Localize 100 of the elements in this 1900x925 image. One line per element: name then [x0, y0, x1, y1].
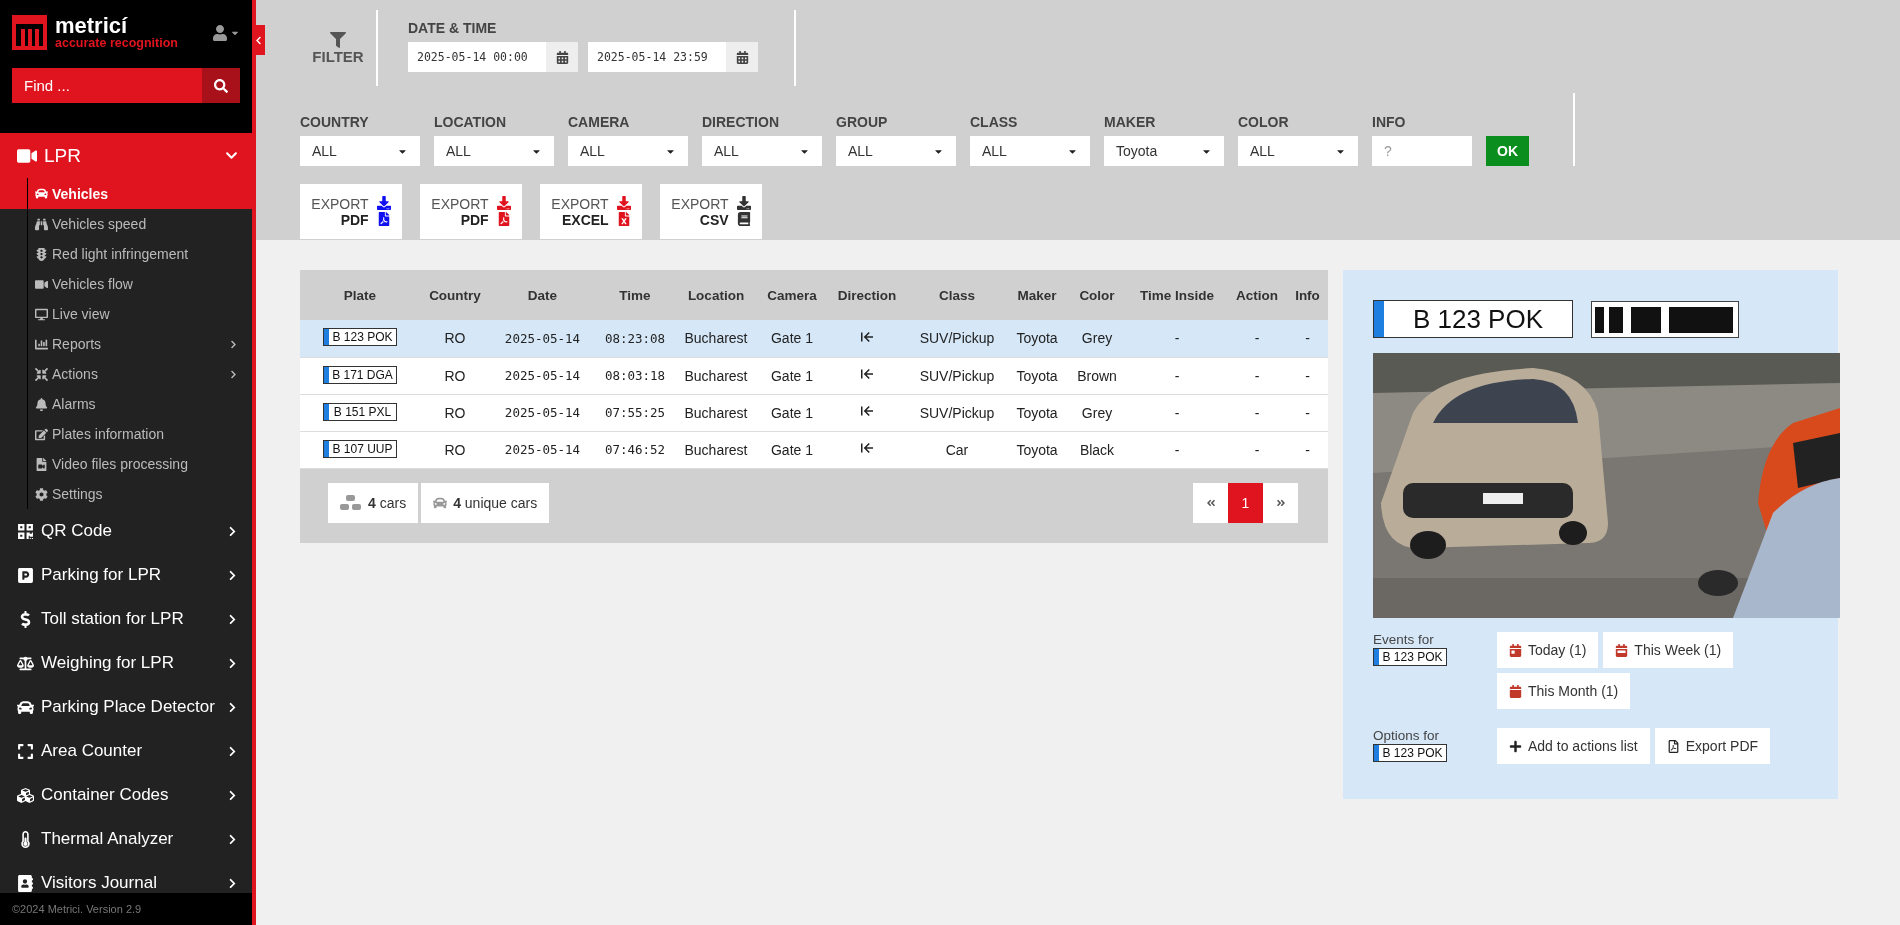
submenu-item[interactable]: Vehicles flow: [0, 269, 252, 299]
book-icon: [736, 211, 751, 226]
ok-button[interactable]: OK: [1486, 136, 1529, 166]
column-header: Action: [1227, 270, 1287, 320]
license-plate: B 171 DGA: [323, 365, 397, 384]
select-field[interactable]: ALL: [300, 136, 420, 166]
book-icon: [17, 874, 34, 892]
table-cell: Bucharest: [684, 441, 748, 458]
table-cell: RO: [444, 330, 466, 347]
chevron-right-icon: [227, 525, 238, 537]
submenu-item[interactable]: Actions: [0, 359, 252, 389]
table-cell: 2025-05-14: [504, 442, 581, 457]
calendar-button[interactable]: [546, 42, 578, 72]
user-menu-button[interactable]: [212, 24, 240, 41]
submenu-item[interactable]: Settings: [0, 479, 252, 509]
export-button[interactable]: EXPORT PDF: [420, 184, 522, 239]
table-row[interactable]: B 151 PXL RO 2025-05-14 07:55:25 Bucharest Gate 1 SUV/Pickup Toyota Grey - - -: [300, 394, 1328, 431]
search-button[interactable]: [202, 68, 240, 103]
select-field[interactable]: ALL: [568, 136, 688, 166]
select-field[interactable]: ALL: [1238, 136, 1358, 166]
date-field[interactable]: 2025-05-14 00:00: [408, 42, 546, 72]
submenu-item[interactable]: Video files processing: [0, 449, 252, 479]
submenu-item[interactable]: Vehicles speed: [0, 209, 252, 239]
search-field[interactable]: Find ...: [12, 68, 202, 103]
menu-item[interactable]: Visitors Journal: [0, 861, 252, 893]
chevron-right-icon: [227, 701, 238, 713]
chevron-right-icon: [227, 569, 238, 581]
date-field[interactable]: 2025-05-14 23:59: [588, 42, 726, 72]
settings-icon: [35, 487, 48, 501]
pdf-file-icon: [496, 211, 511, 226]
table-cell: SUV/Pickup: [919, 404, 995, 421]
table-cell: Brown: [1077, 367, 1117, 384]
menu-item[interactable]: Parking Place Detector: [0, 685, 252, 729]
select-field[interactable]: ALL: [970, 136, 1090, 166]
menu-item[interactable]: LPR: [0, 133, 252, 178]
table-cell: 07:46:52: [604, 442, 666, 457]
menu-item[interactable]: Thermal Analyzer: [0, 817, 252, 861]
column-header: Info: [1287, 270, 1328, 320]
qr-code-icon: [17, 522, 34, 540]
table-row[interactable]: B 171 DGA RO 2025-05-14 08:03:18 Bucharest Gate 1 SUV/Pickup Toyota Brown - - -: [300, 357, 1328, 394]
user-icon: [212, 24, 228, 41]
chevron-right-icon: [229, 339, 238, 349]
column-header: Camera: [757, 270, 827, 320]
license-plate: B 123 POK: [1373, 648, 1447, 666]
car-icon: [17, 698, 34, 716]
export-button[interactable]: EXPORT CSV: [660, 184, 762, 239]
chevron-down-icon: [225, 149, 238, 162]
page-button[interactable]: 1: [1228, 482, 1263, 523]
table-cell: -: [1305, 367, 1310, 384]
column-header: Time Inside: [1127, 270, 1227, 320]
events-button[interactable]: This Week (1): [1603, 632, 1734, 668]
table-cell: 08:03:18: [604, 368, 666, 383]
column-header: Location: [675, 270, 757, 320]
table-row[interactable]: B 107 UUP RO 2025-05-14 07:46:52 Bucharest Gate 1 Car Toyota Black - - -: [300, 431, 1328, 468]
submenu-item[interactable]: Reports: [0, 329, 252, 359]
chevron-right-icon: [227, 877, 238, 889]
option-button[interactable]: Add to actions list: [1497, 728, 1650, 764]
menu-item[interactable]: Toll station for LPR: [0, 597, 252, 641]
select-field[interactable]: Toyota: [1104, 136, 1224, 166]
scales-icon: [17, 654, 34, 672]
menu-item[interactable]: Parking for LPR: [0, 553, 252, 597]
table-cell: -: [1254, 441, 1260, 458]
table-cell: Bucharest: [684, 367, 748, 384]
submenu-item[interactable]: Red light infringement: [0, 239, 252, 269]
chevron-right-icon: [229, 369, 238, 379]
menu-item[interactable]: Weighing for LPR: [0, 641, 252, 685]
field-label: CLASS: [970, 114, 1019, 130]
submenu-item[interactable]: Plates information: [0, 419, 252, 449]
menu-item[interactable]: Container Codes: [0, 773, 252, 817]
select-field[interactable]: ALL: [836, 136, 956, 166]
events-button[interactable]: Today (1): [1497, 632, 1599, 668]
submenu-item[interactable]: Live view: [0, 299, 252, 329]
table-row[interactable]: B 123 POK RO 2025-05-14 08:23:08 Bucharest Gate 1 SUV/Pickup Toyota Grey - - -: [300, 320, 1328, 357]
column-header: Country: [420, 270, 490, 320]
table-cell: -: [1254, 367, 1260, 384]
field-label: DATE & TIME: [408, 20, 498, 36]
info-field[interactable]: ?: [1372, 136, 1472, 166]
menu-item[interactable]: Area Counter: [0, 729, 252, 773]
excel-file-icon: [616, 211, 631, 226]
select-field[interactable]: ALL: [434, 136, 554, 166]
table-cell: 2025-05-14: [504, 330, 581, 346]
submenu-item[interactable]: Vehicles: [0, 178, 252, 209]
field-label: INFO: [1372, 114, 1407, 130]
export-button[interactable]: EXPORT EXCEL: [540, 184, 642, 239]
chevron-right-icon: [227, 657, 238, 669]
calendar-button[interactable]: [726, 42, 758, 72]
export-button[interactable]: EXPORT PDF: [300, 184, 402, 239]
field-label: MAKER: [1104, 114, 1157, 130]
submenu-item[interactable]: Alarms: [0, 389, 252, 419]
table-cell: Toyota: [1016, 404, 1058, 421]
pdf-file-icon: [376, 211, 391, 226]
monitor-icon: [35, 307, 48, 321]
chevron-left-icon: [254, 35, 263, 45]
chevron-right-icon: [227, 789, 238, 801]
option-button[interactable]: Export PDF: [1654, 728, 1771, 764]
events-button[interactable]: This Month (1): [1497, 673, 1631, 709]
video-camera-icon: [35, 277, 48, 291]
select-field[interactable]: ALL: [702, 136, 822, 166]
menu-item[interactable]: QR Code: [0, 509, 252, 553]
traffic-light-icon: [35, 247, 48, 261]
